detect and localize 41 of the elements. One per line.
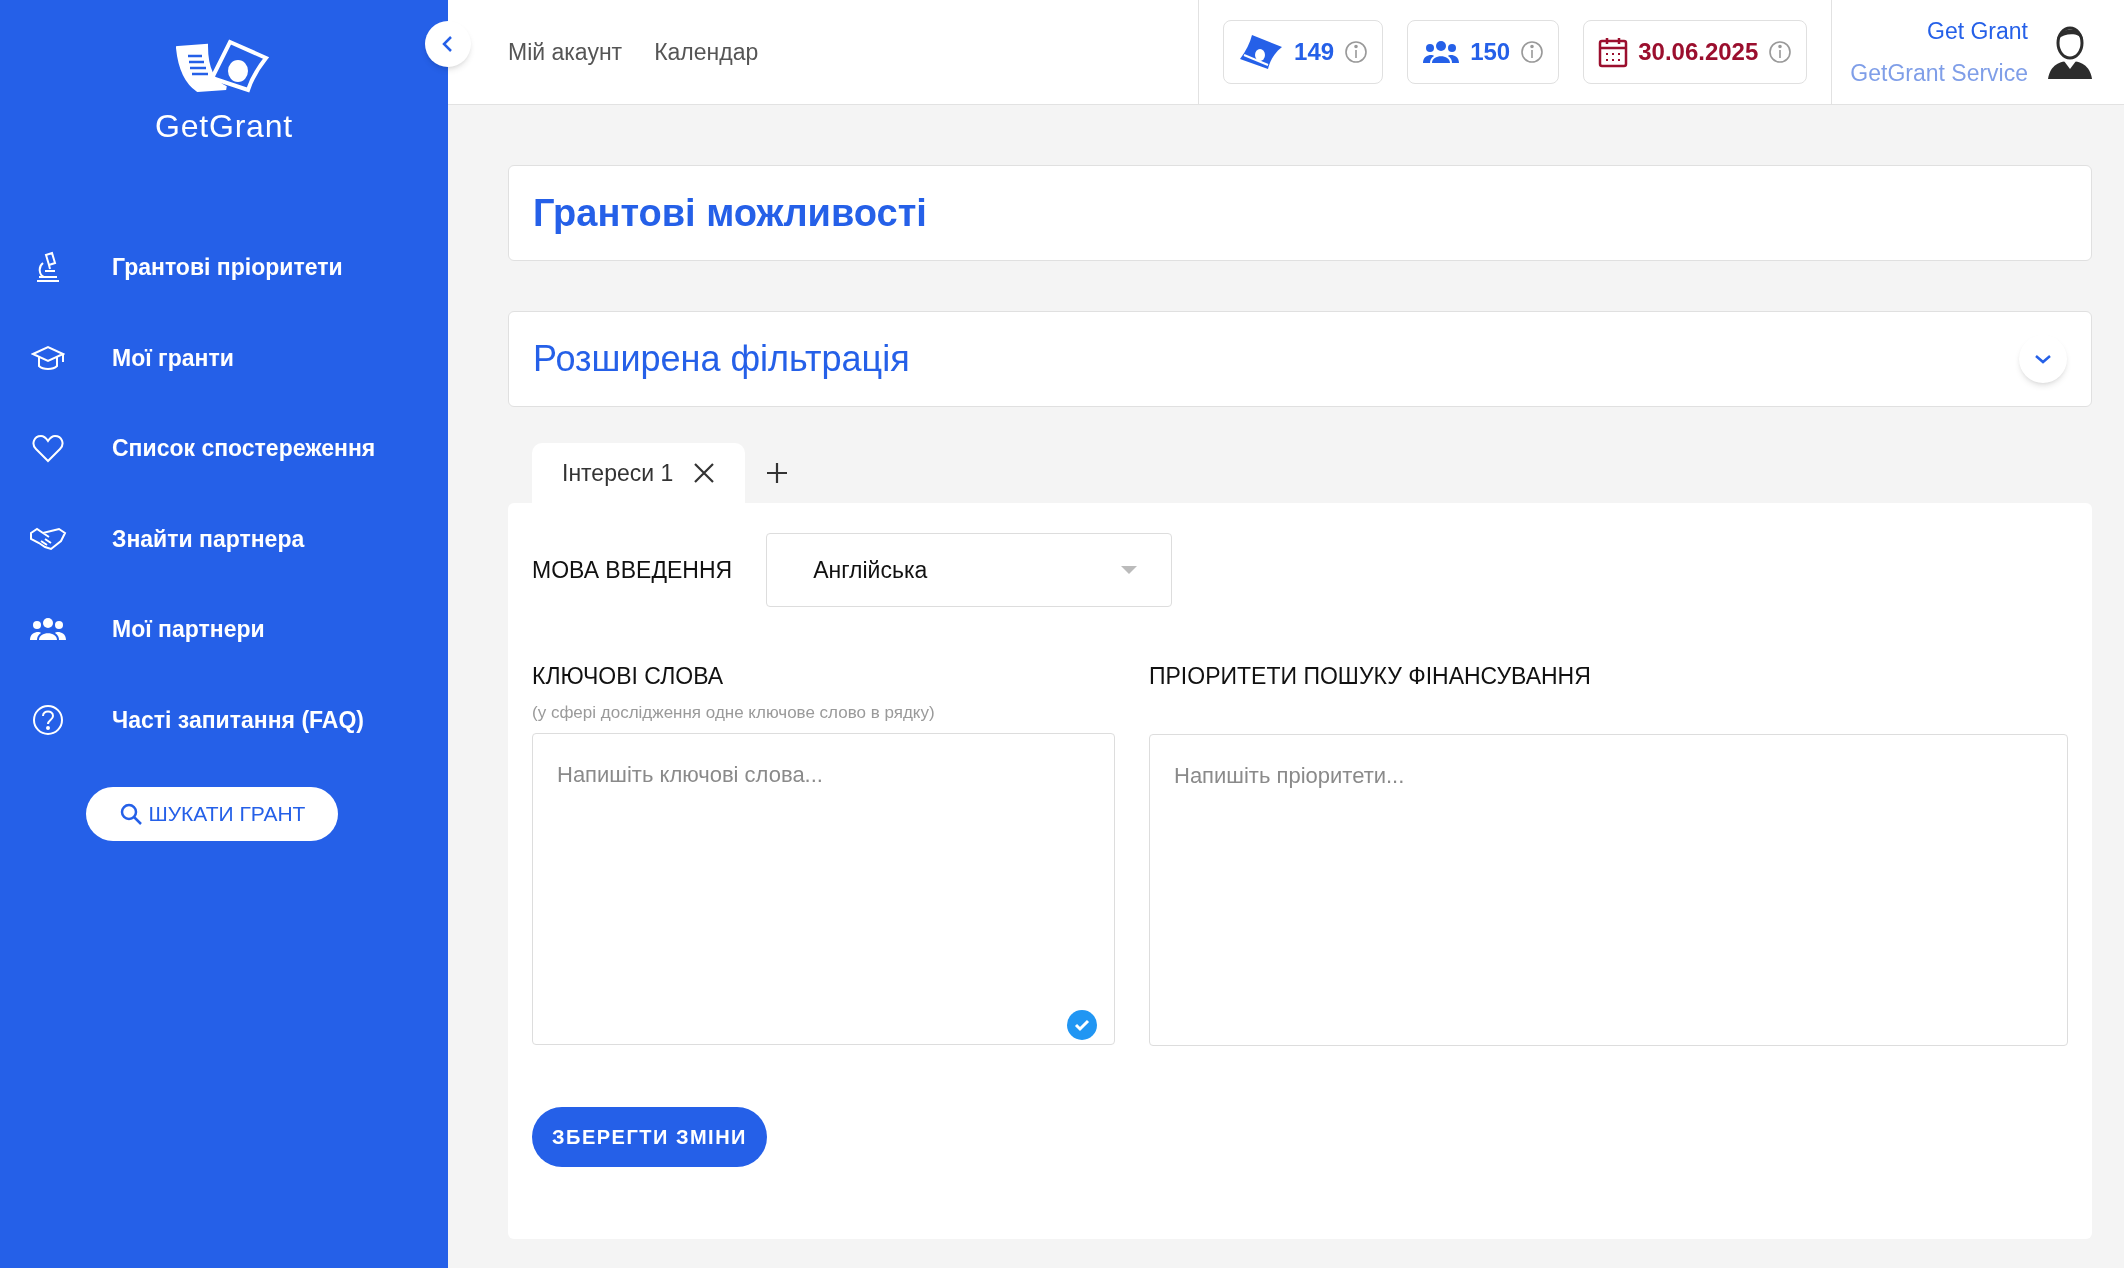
people-icon xyxy=(1422,40,1461,64)
sidebar-item[interactable]: Мої партнери xyxy=(112,612,265,647)
info-icon[interactable] xyxy=(1344,40,1369,64)
sidebar-item[interactable]: Список спостереження xyxy=(112,431,376,466)
language-select[interactable]: Англійська xyxy=(766,533,1173,607)
nav-link[interactable]: Мій акаунт xyxy=(508,34,623,70)
stat-value: 150 xyxy=(1470,37,1511,67)
language-label: МОВА ВВЕДЕННЯ xyxy=(532,555,733,585)
search-grant-button[interactable]: ШУКАТИ ГРАНТ xyxy=(86,787,338,841)
info-icon[interactable] xyxy=(1520,40,1545,64)
sidebar-item[interactable]: Мої гранти xyxy=(112,340,234,375)
stat-value: 30.06.2025 xyxy=(1638,37,1759,67)
language-value: Англійська xyxy=(813,555,928,585)
priorities-input[interactable]: Напишіть пріоритети... xyxy=(1149,733,2068,1046)
handshake-icon xyxy=(28,526,68,551)
stat-value: 149 xyxy=(1294,37,1335,67)
user-name: Get Grant xyxy=(1927,16,2028,46)
collapse-button[interactable] xyxy=(425,21,471,67)
logo-icon xyxy=(176,38,272,94)
save-button[interactable]: ЗБЕРЕГТИ ЗМІНИ xyxy=(532,1106,767,1167)
tab[interactable]: Інтереси 1 xyxy=(532,443,746,503)
dropdown-arrow-icon xyxy=(1121,566,1138,574)
keywords-hint: (у сфері дослідження одне ключове слово в рядку) xyxy=(532,701,936,724)
keywords-label: КЛЮЧОВІ СЛОВА xyxy=(532,662,725,691)
calendar-icon xyxy=(1598,36,1629,68)
logo-text: GetGrant xyxy=(155,107,293,146)
priorities-label: ПРІОРИТЕТИ ПОШУКУ ФІНАНСУВАННЯ xyxy=(1149,662,1592,691)
sidebar-item[interactable]: Часті запитання (FAQ) xyxy=(112,702,364,737)
nav-link[interactable]: Календар xyxy=(654,34,759,70)
user-organization: GetGrant Service xyxy=(1850,59,2028,88)
keywords-input[interactable]: Напишіть ключові слова... xyxy=(532,733,1115,1045)
chevron-left-icon xyxy=(441,35,455,53)
close-icon[interactable] xyxy=(693,462,716,484)
page-title: Грантові можливості xyxy=(533,190,927,236)
filter-title: Розширена фільтрація xyxy=(533,337,910,381)
sidebar-item[interactable]: Грантові пріоритети xyxy=(112,250,343,285)
people-icon xyxy=(28,617,68,642)
add-tab-icon[interactable] xyxy=(765,461,790,485)
info-icon[interactable] xyxy=(1768,40,1793,64)
search-icon xyxy=(118,802,143,826)
sidebar-item[interactable]: Знайти партнера xyxy=(112,521,305,556)
